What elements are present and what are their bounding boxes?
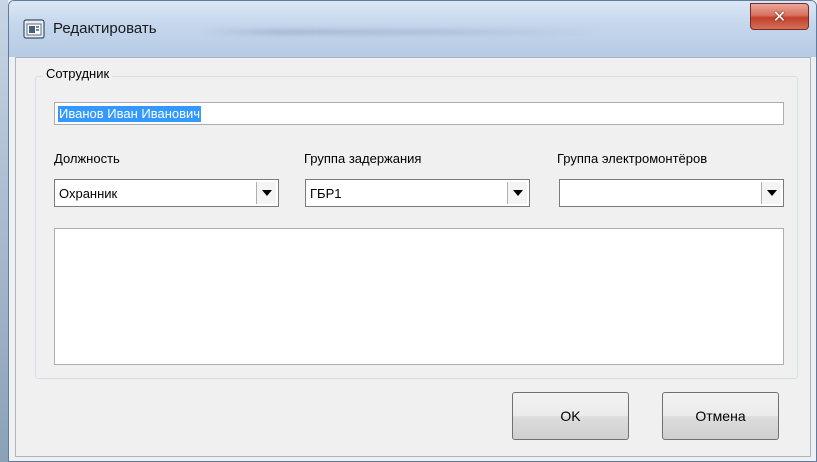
chevron-down-icon bbox=[261, 190, 272, 196]
detention-group-label: Группа задержания bbox=[304, 151, 422, 166]
electricians-group-dropdown-button[interactable] bbox=[761, 182, 781, 204]
chevron-down-icon bbox=[766, 190, 777, 196]
dialog-body: Сотрудник Иванов Иван Иванович Должность… bbox=[15, 57, 811, 457]
title-bar[interactable]: Редактировать ✕ bbox=[9, 1, 816, 57]
electricians-group-label: Группа электромонтёров bbox=[557, 151, 708, 166]
employee-group-title: Сотрудник bbox=[43, 66, 113, 81]
notes-textarea[interactable] bbox=[54, 228, 784, 365]
detention-group-dropdown[interactable]: ГБР1 bbox=[305, 179, 530, 207]
position-label: Должность bbox=[54, 151, 120, 166]
employee-name-value: Иванов Иван Иванович bbox=[58, 106, 202, 122]
detention-group-value: ГБР1 bbox=[310, 186, 342, 201]
cancel-button[interactable]: Отмена bbox=[662, 392, 779, 440]
desktop-background bbox=[0, 0, 8, 462]
title-bar-glass bbox=[199, 29, 599, 35]
close-button[interactable]: ✕ bbox=[750, 3, 809, 30]
employee-name-input[interactable]: Иванов Иван Иванович bbox=[54, 102, 784, 125]
app-window-icon bbox=[23, 19, 45, 39]
electricians-group-dropdown[interactable] bbox=[559, 179, 784, 207]
detention-group-dropdown-button[interactable] bbox=[507, 182, 527, 204]
ok-button[interactable]: OK bbox=[512, 392, 629, 440]
position-dropdown[interactable]: Охранник bbox=[54, 179, 279, 207]
position-dropdown-button[interactable] bbox=[256, 182, 276, 204]
position-value: Охранник bbox=[59, 186, 118, 201]
close-icon: ✕ bbox=[772, 7, 787, 26]
edit-dialog: Редактировать ✕ Сотрудник Иванов Иван Ив… bbox=[8, 0, 817, 462]
chevron-down-icon bbox=[512, 190, 523, 196]
window-title: Редактировать bbox=[53, 20, 157, 37]
